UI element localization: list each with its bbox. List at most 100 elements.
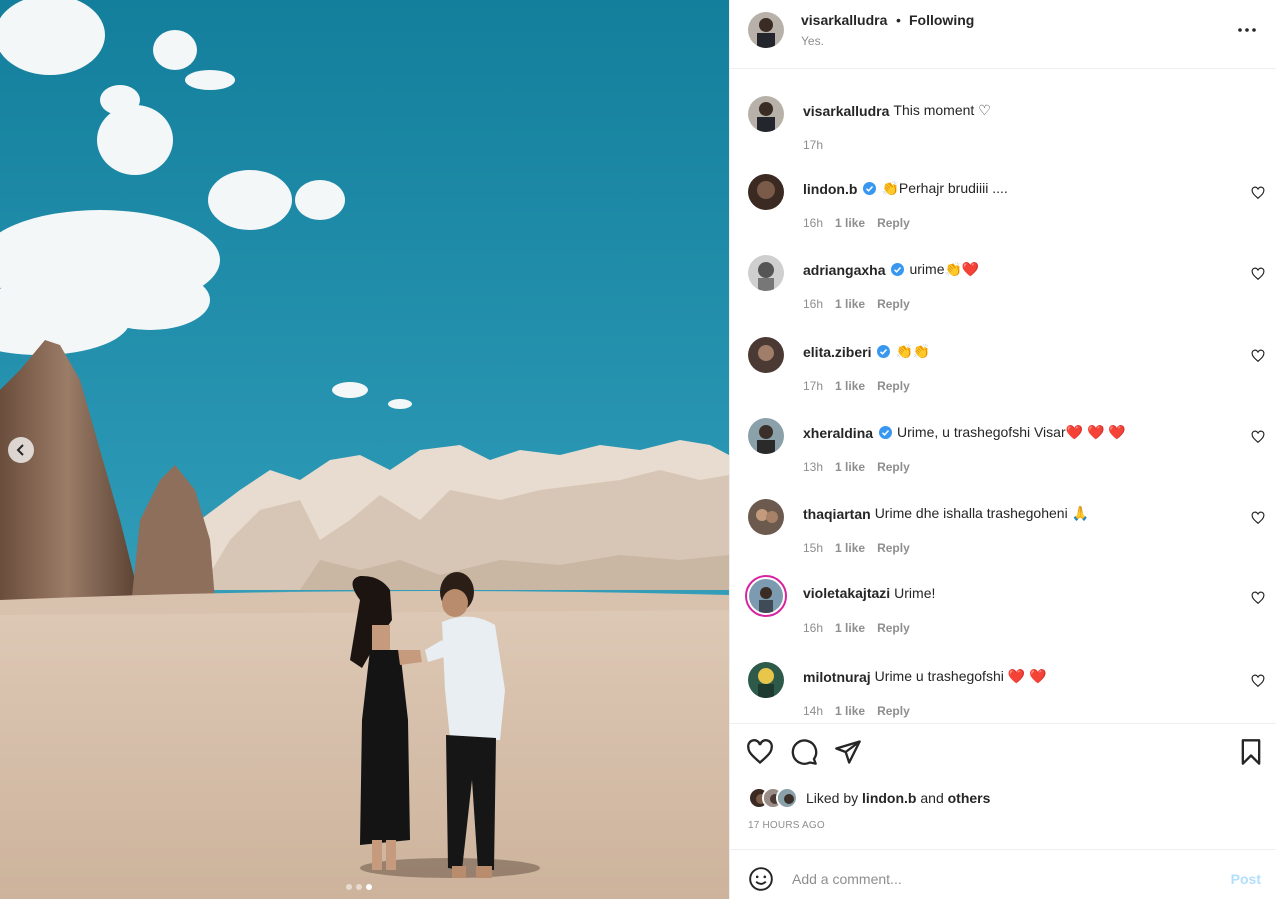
reply-button[interactable]: Reply: [877, 460, 910, 474]
comment-icon[interactable]: [790, 738, 818, 766]
comment-username[interactable]: adriangaxha: [803, 262, 885, 278]
bookmark-icon[interactable]: [1237, 738, 1265, 766]
reply-button[interactable]: Reply: [877, 379, 910, 393]
like-comment-icon[interactable]: [1251, 511, 1265, 525]
comment-text: 👏Perhajr brudiiii ....: [881, 180, 1008, 196]
more-icon: [1238, 28, 1256, 32]
comment-item: adriangaxha urime👏❤️ 16h 1 like Reply: [730, 255, 1276, 335]
header-separator: •: [896, 12, 901, 28]
comment-time: 13h: [803, 460, 824, 474]
post-photo: [0, 0, 729, 899]
following-button[interactable]: Following: [909, 12, 974, 28]
likes-summary: Liked by lindon.b and others: [748, 787, 990, 809]
comment-likes[interactable]: 1 like: [835, 216, 865, 230]
comment-time: 16h: [803, 621, 824, 635]
comment-time: 15h: [803, 541, 824, 555]
commenter-avatar[interactable]: [748, 499, 784, 535]
comment-likes[interactable]: 1 like: [835, 460, 865, 474]
commenter-avatar[interactable]: [748, 174, 784, 210]
heart-icon[interactable]: [746, 738, 774, 766]
comment-item: thaqiartan Urime dhe ishalla trashegohen…: [730, 499, 1276, 579]
carousel-dot: [356, 884, 362, 890]
more-options-button[interactable]: [1235, 20, 1259, 40]
comment-item: milotnuraj Urime u trashegofshi ❤️ ❤️ 14…: [730, 662, 1276, 723]
likes-and: and: [920, 790, 944, 806]
commenter-avatar[interactable]: [748, 337, 784, 373]
emoji-icon[interactable]: [748, 866, 774, 892]
action-bar: Liked by lindon.b and others 17 HOURS AG…: [730, 723, 1276, 849]
author-avatar[interactable]: [748, 12, 784, 48]
comment-username[interactable]: elita.ziberi: [803, 344, 871, 360]
reply-button[interactable]: Reply: [877, 216, 910, 230]
like-comment-icon[interactable]: [1251, 349, 1265, 363]
comment-username[interactable]: lindon.b: [803, 181, 857, 197]
carousel-indicator: [346, 884, 372, 890]
comment-username[interactable]: xheraldina: [803, 425, 873, 441]
post-side-panel: visarkalludra • Following Yes. visarkall…: [729, 0, 1276, 899]
verified-icon: [863, 182, 877, 195]
commenter-avatar[interactable]: [748, 255, 784, 291]
add-comment-bar: Post: [730, 849, 1276, 899]
caption: visarkalludra This moment ♡ 17h: [730, 96, 1276, 176]
comment-text: urime👏❤️: [909, 261, 980, 277]
post-subtitle: Yes.: [801, 34, 824, 48]
comment-text: Urime, u trashegofshi Visar❤️ ❤️ ❤️: [897, 424, 1126, 440]
caption-time: 17h: [803, 138, 824, 152]
comment-text: 👏👏: [895, 343, 931, 359]
like-comment-icon[interactable]: [1251, 591, 1265, 605]
comment-username[interactable]: violetakajtazi: [803, 585, 890, 601]
likes-text: Liked by lindon.b and others: [806, 790, 990, 806]
comment-time: 16h: [803, 297, 824, 311]
comment-text: Urime dhe ishalla trashegoheni 🙏: [874, 505, 1090, 521]
caption-avatar[interactable]: [748, 96, 784, 132]
verified-icon: [877, 345, 891, 358]
likes-user-link[interactable]: lindon.b: [862, 790, 916, 806]
carousel-dot: [346, 884, 352, 890]
comment-item: violetakajtazi Urime! 16h 1 like Reply: [730, 575, 1276, 657]
reply-button[interactable]: Reply: [877, 621, 910, 635]
comment-username[interactable]: thaqiartan: [803, 506, 871, 522]
caption-text: This moment ♡: [893, 102, 991, 118]
post-button[interactable]: Post: [1231, 871, 1261, 887]
comment-input[interactable]: [792, 863, 1192, 895]
comment-time: 14h: [803, 704, 824, 718]
likes-prefix: Liked by: [806, 790, 859, 806]
comment-text: Urime!: [894, 585, 936, 601]
comment-time: 16h: [803, 216, 824, 230]
share-icon[interactable]: [834, 738, 862, 766]
comments-list[interactable]: visarkalludra This moment ♡ 17h lindon.b …: [730, 70, 1276, 723]
like-comment-icon[interactable]: [1251, 430, 1265, 444]
comment-likes[interactable]: 1 like: [835, 704, 865, 718]
like-comment-icon[interactable]: [1251, 186, 1265, 200]
likes-others-link[interactable]: others: [948, 790, 991, 806]
like-comment-icon[interactable]: [1251, 267, 1265, 281]
comment-username[interactable]: milotnuraj: [803, 669, 871, 685]
comment-likes[interactable]: 1 like: [835, 621, 865, 635]
comment-item: xheraldina Urime, u trashegofshi Visar❤️…: [730, 418, 1276, 498]
post-header: visarkalludra • Following Yes.: [730, 0, 1276, 69]
verified-icon: [891, 263, 905, 276]
reply-button[interactable]: Reply: [877, 297, 910, 311]
like-comment-icon[interactable]: [1251, 674, 1265, 688]
comment-likes[interactable]: 1 like: [835, 541, 865, 555]
post-timestamp[interactable]: 17 HOURS AGO: [748, 820, 825, 831]
comment-time: 17h: [803, 379, 824, 393]
commenter-avatar[interactable]: [745, 575, 787, 617]
post-media[interactable]: [0, 0, 729, 899]
reply-button[interactable]: Reply: [877, 704, 910, 718]
comment-likes[interactable]: 1 like: [835, 297, 865, 311]
comment-item: elita.ziberi 👏👏 17h 1 like Reply: [730, 337, 1276, 417]
commenter-avatar[interactable]: [748, 662, 784, 698]
caption-username[interactable]: visarkalludra: [803, 103, 889, 119]
comment-item: lindon.b 👏Perhajr brudiiii .... 16h 1 lik…: [730, 174, 1276, 254]
reply-button[interactable]: Reply: [877, 541, 910, 555]
previous-image-button[interactable]: [8, 437, 34, 463]
chevron-left-icon: [16, 444, 24, 456]
comment-text: Urime u trashegofshi ❤️ ❤️: [874, 668, 1047, 684]
carousel-dot-active: [366, 884, 372, 890]
liker-avatar: [776, 787, 798, 809]
commenter-avatar[interactable]: [748, 418, 784, 454]
verified-icon: [879, 426, 893, 439]
comment-likes[interactable]: 1 like: [835, 379, 865, 393]
author-username[interactable]: visarkalludra: [801, 12, 887, 28]
